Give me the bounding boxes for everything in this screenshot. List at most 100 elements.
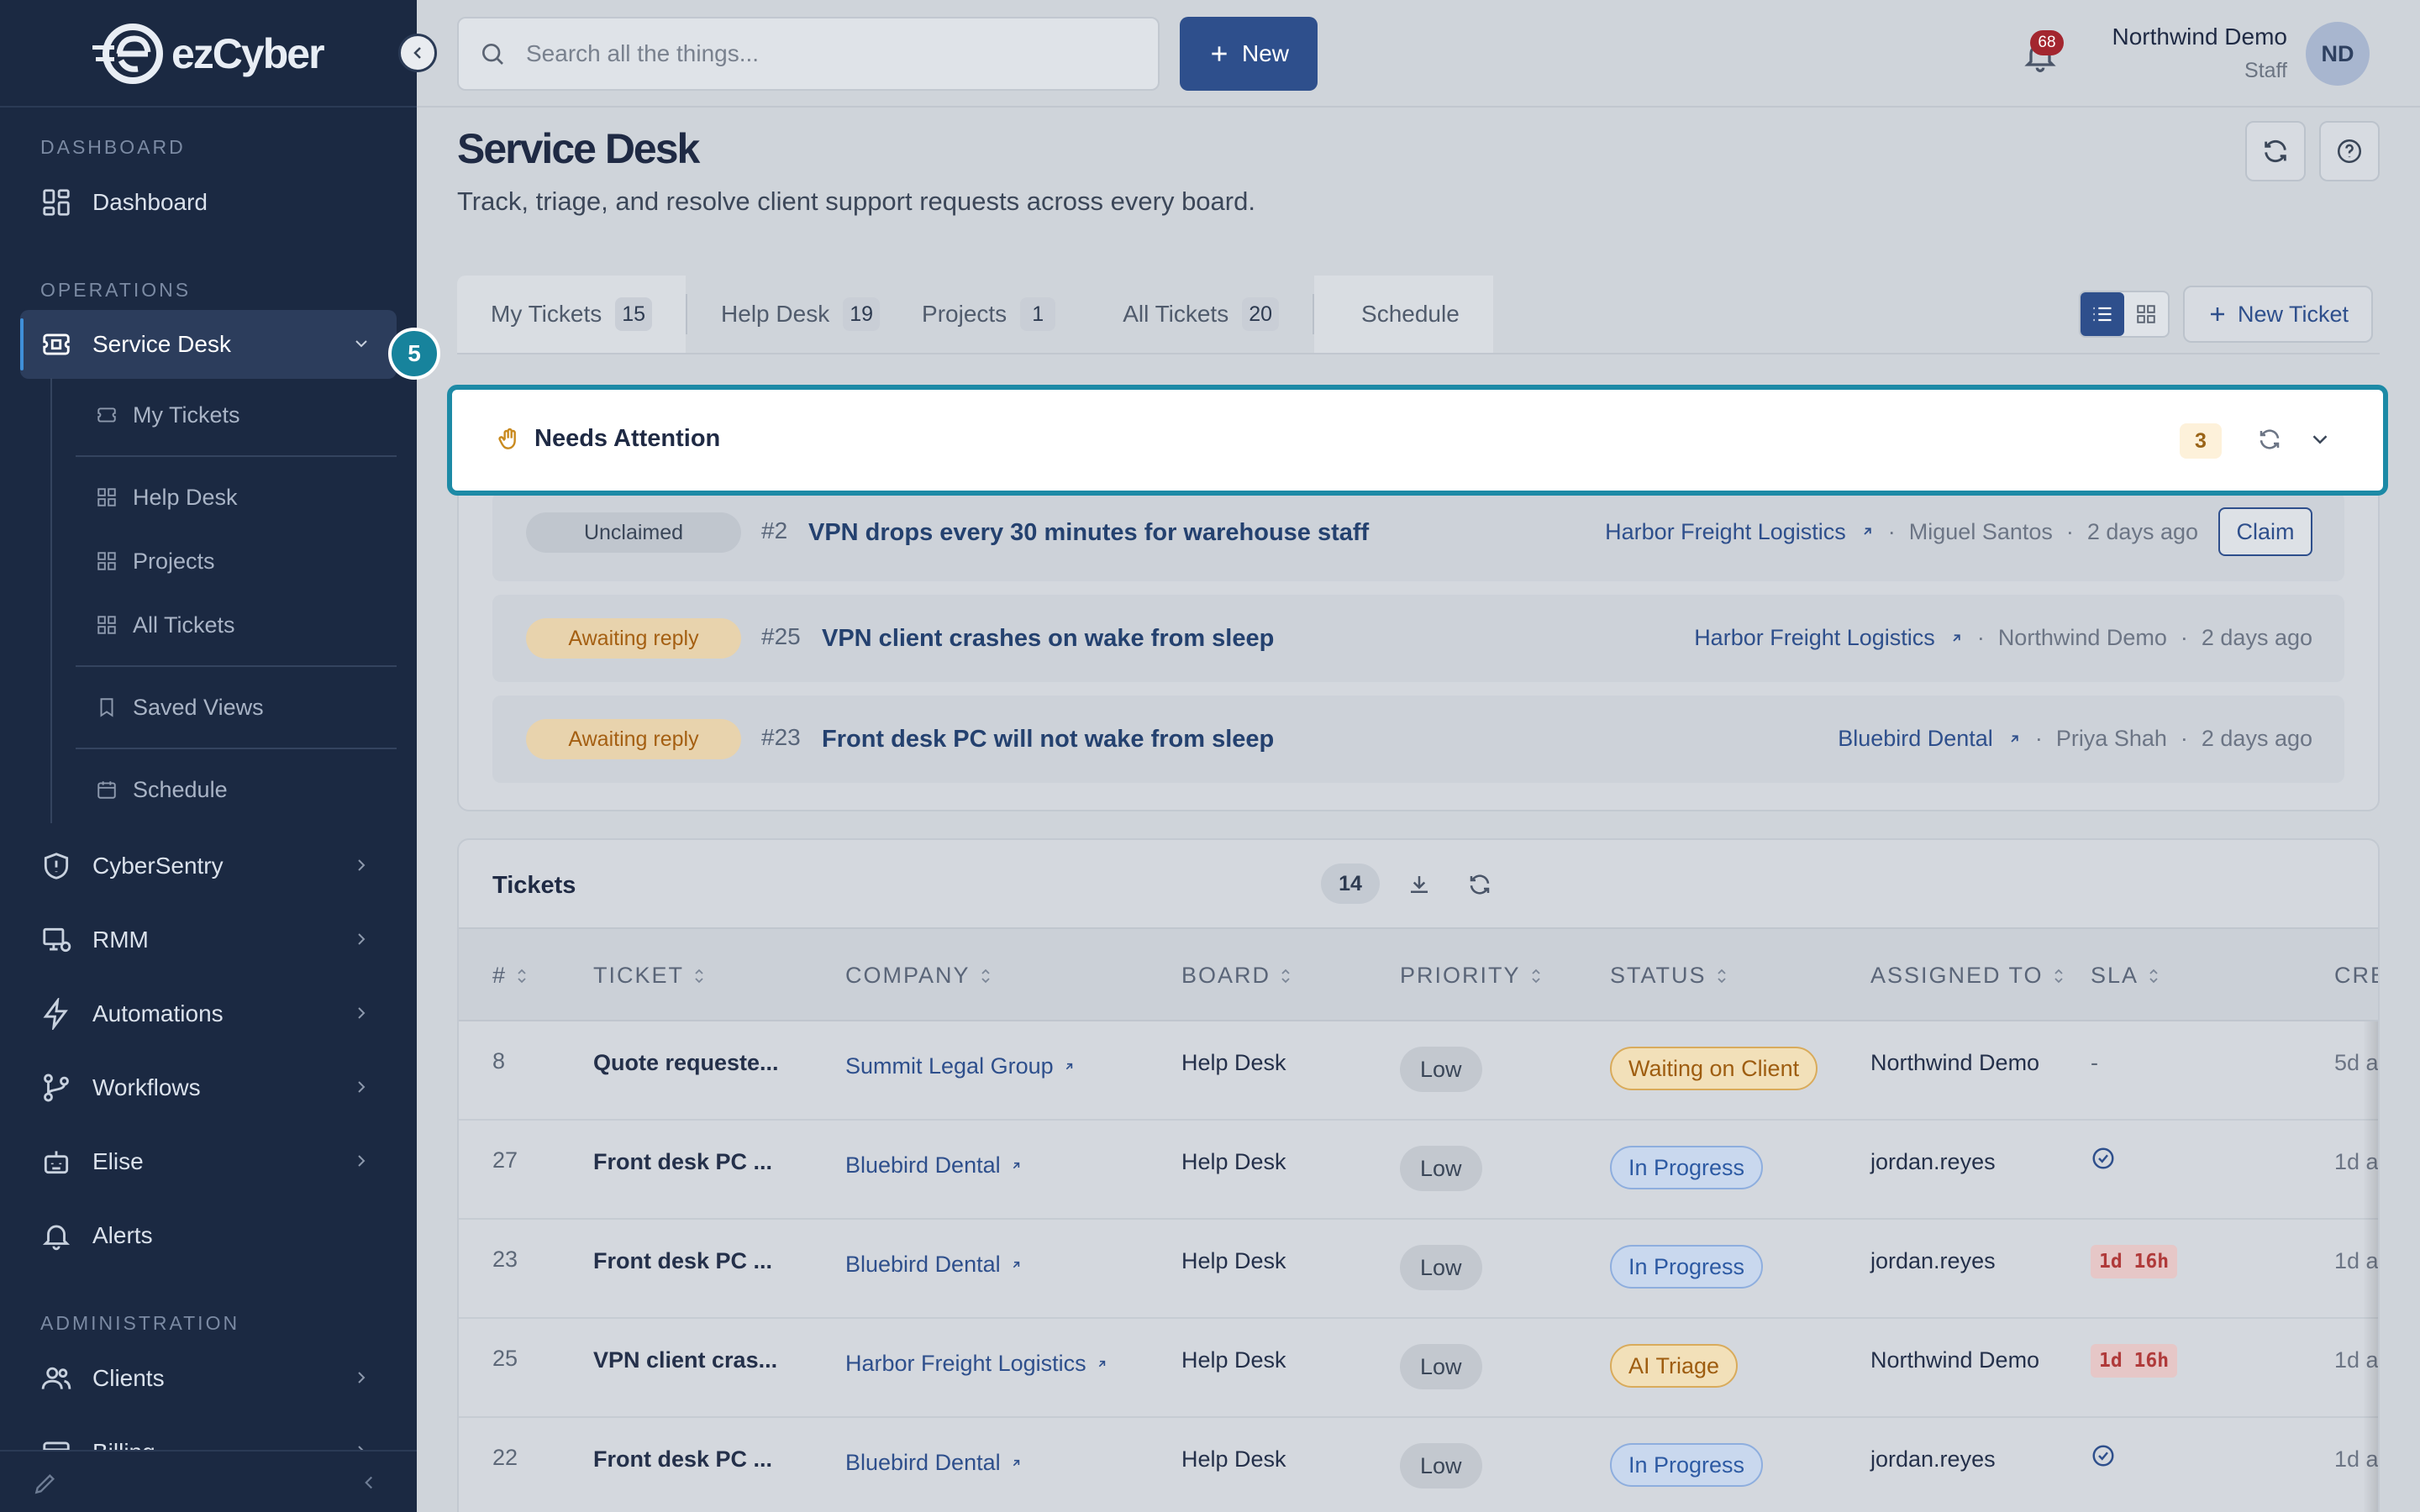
- ticket-time: 2 days ago: [2201, 726, 2312, 751]
- new-button[interactable]: New: [1180, 17, 1318, 91]
- sidebar-subitem-projects[interactable]: Projects: [76, 531, 397, 591]
- ticket-subject[interactable]: Front desk PC ...: [593, 1149, 772, 1175]
- col-number-header[interactable]: #: [492, 963, 529, 989]
- refresh-button[interactable]: [2245, 121, 2306, 181]
- ticket-meta: Harbor Freight Logistics · Northwind Dem…: [1694, 625, 2312, 651]
- sidebar-item-dashboard[interactable]: Dashboard: [20, 168, 397, 237]
- submenu-divider: [76, 665, 397, 667]
- new-ticket-button[interactable]: New Ticket: [2183, 286, 2373, 343]
- edit-icon[interactable]: [32, 1470, 59, 1497]
- ticket-subject[interactable]: Front desk PC ...: [593, 1248, 772, 1274]
- ticket-person: Priya Shah: [2055, 726, 2167, 751]
- ticket-subject[interactable]: Front desk PC ...: [593, 1446, 772, 1473]
- sidebar-item-clients[interactable]: Clients: [20, 1344, 397, 1413]
- col-ticket-header[interactable]: TICKET: [593, 963, 706, 989]
- company-link[interactable]: Harbor Freight Logistics: [845, 1351, 1108, 1377]
- tab-all-tickets[interactable]: All Tickets 20: [1089, 276, 1313, 353]
- sidebar-subitem-all-tickets[interactable]: All Tickets: [76, 595, 397, 655]
- sidebar-item-rmm[interactable]: RMM: [20, 906, 397, 974]
- refresh-icon[interactable]: [2257, 427, 2282, 452]
- col-created-header[interactable]: CREATED: [2334, 963, 2378, 989]
- sidebar-item-elise[interactable]: Elise: [20, 1127, 397, 1196]
- status-badge: Unclaimed: [526, 512, 741, 553]
- needs-attention-count: 3: [2180, 423, 2222, 459]
- download-icon[interactable]: [1407, 872, 1432, 897]
- col-board-header[interactable]: BOARD: [1181, 963, 1292, 989]
- ticket-icon: [96, 404, 118, 426]
- sidebar-subitem-help-desk[interactable]: Help Desk: [76, 467, 397, 528]
- chevron-down-icon[interactable]: [2307, 427, 2333, 452]
- sidebar-subitem-saved-views[interactable]: Saved Views: [76, 677, 397, 738]
- sidebar-item-cybersentry[interactable]: CyberSentry: [20, 832, 397, 900]
- section-label-dashboard: DASHBOARD: [40, 136, 186, 158]
- ticket-subject[interactable]: VPN client crashes on wake from sleep: [822, 625, 1274, 653]
- sidebar-footer: [0, 1450, 417, 1512]
- chevron-left-icon[interactable]: [358, 1472, 380, 1494]
- user-name[interactable]: Northwind Demo: [2112, 24, 2287, 50]
- company-link[interactable]: Bluebird Dental: [845, 1152, 1023, 1179]
- sort-icon: [1529, 967, 1543, 985]
- company-link[interactable]: Bluebird Dental: [845, 1450, 1023, 1476]
- claim-button[interactable]: Claim: [2218, 507, 2312, 556]
- refresh-icon[interactable]: [1467, 872, 1492, 897]
- ticket-subject[interactable]: VPN drops every 30 minutes for warehouse…: [808, 519, 1369, 547]
- grid-view-button[interactable]: [2124, 292, 2168, 336]
- tab-help-desk[interactable]: Help Desk 19: [687, 276, 913, 353]
- shield-icon: [40, 850, 72, 882]
- tab-schedule[interactable]: Schedule: [1314, 276, 1493, 353]
- global-search[interactable]: [457, 17, 1160, 91]
- sidebar-item-workflows[interactable]: Workflows: [20, 1053, 397, 1122]
- ticket-subject[interactable]: Front desk PC will not wake from sleep: [822, 726, 1274, 753]
- app-logo[interactable]: ezCyber: [91, 20, 325, 87]
- col-assigned-header[interactable]: ASSIGNED TO: [1870, 963, 2065, 989]
- sidebar-subitem-label: Help Desk: [133, 484, 238, 510]
- table-row[interactable]: 8 Quote requeste... Summit Legal Group Help…: [459, 1021, 2378, 1121]
- sort-icon: [692, 967, 706, 985]
- company-link[interactable]: Bluebird Dental: [1838, 726, 1993, 752]
- external-link-icon: [1062, 1060, 1076, 1074]
- list-view-button[interactable]: [2081, 292, 2124, 336]
- sidebar-divider: [0, 106, 417, 108]
- company-link[interactable]: Harbor Freight Logistics: [1694, 625, 1935, 651]
- sidebar-item-service-desk[interactable]: Service Desk: [20, 310, 397, 379]
- ticket-time: 2 days ago: [2086, 518, 2198, 544]
- attention-row[interactable]: Awaiting reply #25 VPN client crashes on…: [492, 595, 2344, 682]
- company-link[interactable]: Summit Legal Group: [845, 1053, 1076, 1079]
- col-priority-header[interactable]: PRIORITY: [1400, 963, 1543, 989]
- table-row[interactable]: 25 VPN client cras... Harbor Freight Logis…: [459, 1319, 2378, 1418]
- attention-row[interactable]: Awaiting reply #23 Front desk PC will no…: [492, 696, 2344, 783]
- ticket-subject[interactable]: Quote requeste...: [593, 1050, 779, 1076]
- tab-label: Projects: [922, 301, 1007, 327]
- sidebar-item-automations[interactable]: Automations: [20, 979, 397, 1048]
- sidebar-item-alerts[interactable]: Alerts: [20, 1201, 397, 1270]
- table-row[interactable]: 23 Front desk PC ... Bluebird Dental Help D…: [459, 1220, 2378, 1319]
- col-sla-header[interactable]: SLA: [2091, 963, 2160, 989]
- submenu-divider: [76, 455, 397, 457]
- sidebar-subitem-label: Saved Views: [133, 694, 264, 720]
- search-input[interactable]: [526, 40, 1114, 67]
- tab-my-tickets[interactable]: My Tickets 15: [457, 276, 687, 353]
- avatar[interactable]: ND: [2306, 22, 2370, 86]
- tab-projects[interactable]: Projects 1: [913, 276, 1089, 353]
- sidebar-subitem-schedule[interactable]: Schedule: [76, 759, 397, 820]
- table-header: # TICKET COMPANY BOARD PRIORITY STATUS ASSIGNE…: [459, 927, 2378, 1021]
- grid-icon: [96, 550, 118, 572]
- col-status-header[interactable]: STATUS: [1610, 963, 1728, 989]
- sidebar-collapse-button[interactable]: [398, 34, 437, 72]
- external-link-icon: [2007, 732, 2022, 747]
- board-name: Help Desk: [1181, 1149, 1286, 1174]
- needs-attention-header[interactable]: Needs Attention 3: [447, 385, 2388, 496]
- company-link[interactable]: Harbor Freight Logistics: [1605, 519, 1846, 545]
- ticket-subject[interactable]: VPN client cras...: [593, 1347, 777, 1373]
- table-row[interactable]: 27 Front desk PC ... Bluebird Dental Help D…: [459, 1121, 2378, 1220]
- company-link[interactable]: Bluebird Dental: [845, 1252, 1023, 1278]
- col-company-header[interactable]: COMPANY: [845, 963, 992, 989]
- sidebar-subitem-my-tickets[interactable]: My Tickets: [76, 385, 397, 445]
- priority-badge: Low: [1400, 1245, 1482, 1290]
- help-button[interactable]: [2319, 121, 2380, 181]
- table-row[interactable]: 22 Front desk PC ... Bluebird Dental Help D…: [459, 1418, 2378, 1512]
- chevron-right-icon: [351, 855, 371, 875]
- plus-icon: [1208, 43, 1230, 65]
- attention-row[interactable]: Unclaimed #2 VPN drops every 30 minutes …: [492, 492, 2344, 581]
- status-badge: AI Triage: [1610, 1344, 1739, 1388]
